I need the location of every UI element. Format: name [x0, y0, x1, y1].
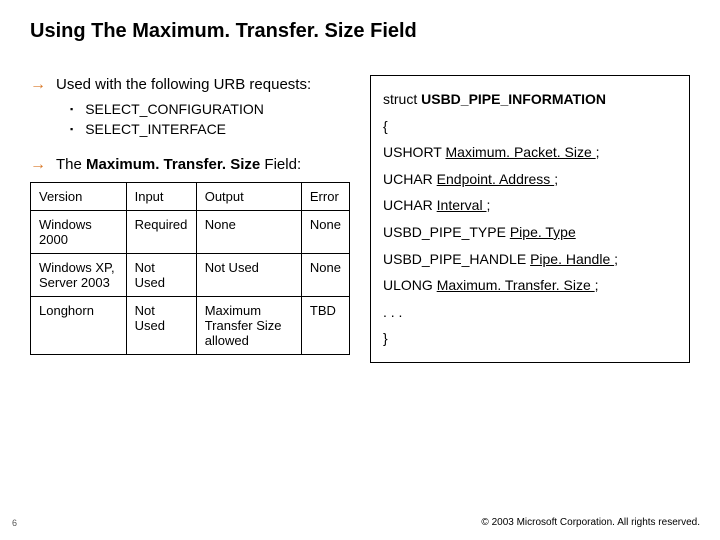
code-text: ULONG — [383, 277, 437, 293]
table-header-row: Version Input Output Error — [31, 183, 350, 211]
content-columns: → Used with the following URB requests: … — [30, 75, 690, 363]
text-fragment-bold: Maximum. Transfer. Size — [86, 156, 260, 173]
code-text: ; — [614, 251, 618, 267]
arrow-icon: → — [30, 155, 46, 175]
table-cell: TBD — [301, 297, 349, 355]
code-line: struct USBD_PIPE_INFORMATION — [383, 86, 677, 113]
table-cell: Not Used — [126, 297, 196, 355]
table-cell: Not Used — [126, 254, 196, 297]
code-text-underline: Maximum. Transfer. Size — [437, 277, 595, 293]
sub-bullet-text: SELECT_INTERFACE — [85, 121, 226, 137]
sub-bullet-select-configuration: ▪ SELECT_CONFIGURATION — [70, 101, 350, 117]
slide-number: 6 — [12, 518, 17, 528]
table-cell: None — [301, 211, 349, 254]
code-text-underline: Pipe. Handle — [530, 251, 614, 267]
code-text-underline: Pipe. Type — [510, 224, 576, 240]
code-text: UCHAR — [383, 171, 437, 187]
code-text: ; — [554, 171, 558, 187]
table-row: Windows 2000 Required None None — [31, 211, 350, 254]
code-text: ; — [595, 277, 599, 293]
table-cell: None — [301, 254, 349, 297]
code-line: { — [383, 113, 677, 140]
text-fragment: The — [56, 156, 86, 173]
code-text-underline: Endpoint. Address — [437, 171, 555, 187]
code-text-underline: Maximum. Packet. Size — [446, 144, 596, 160]
code-line: USBD_PIPE_HANDLE Pipe. Handle ; — [383, 246, 677, 273]
table-cell: Windows 2000 — [31, 211, 127, 254]
bullet-text: The Maximum. Transfer. Size Field: — [56, 155, 301, 175]
left-column: → Used with the following URB requests: … — [30, 75, 350, 363]
arrow-icon: → — [30, 75, 46, 95]
text-fragment: Field: — [260, 156, 301, 173]
code-line: } — [383, 325, 677, 352]
code-text: struct — [383, 91, 421, 107]
square-icon: ▪ — [70, 101, 73, 117]
right-column: struct USBD_PIPE_INFORMATION { USHORT Ma… — [370, 75, 690, 363]
code-text-bold: USBD_PIPE_INFORMATION — [421, 91, 606, 107]
table-header: Version — [31, 183, 127, 211]
code-text: USBD_PIPE_HANDLE — [383, 251, 530, 267]
sub-bullet-list: ▪ SELECT_CONFIGURATION ▪ SELECT_INTERFAC… — [70, 101, 350, 137]
square-icon: ▪ — [70, 121, 73, 137]
code-line: UCHAR Interval ; — [383, 192, 677, 219]
code-text: USHORT — [383, 144, 446, 160]
code-text: USBD_PIPE_TYPE — [383, 224, 510, 240]
code-line: UCHAR Endpoint. Address ; — [383, 166, 677, 193]
table-row: Longhorn Not Used Maximum Transfer Size … — [31, 297, 350, 355]
table-header: Input — [126, 183, 196, 211]
code-text: UCHAR — [383, 197, 437, 213]
code-text: ; — [486, 197, 490, 213]
table-cell: Windows XP, Server 2003 — [31, 254, 127, 297]
copyright: © 2003 Microsoft Corporation. All rights… — [481, 517, 700, 528]
table-cell: Required — [126, 211, 196, 254]
slide-title: Using The Maximum. Transfer. Size Field — [30, 20, 690, 43]
table-cell: Maximum Transfer Size allowed — [196, 297, 301, 355]
code-line: USHORT Maximum. Packet. Size ; — [383, 139, 677, 166]
sub-bullet-select-interface: ▪ SELECT_INTERFACE — [70, 121, 350, 137]
code-text-underline: Interval — [437, 197, 487, 213]
table-header: Output — [196, 183, 301, 211]
bullet-field-table: → The Maximum. Transfer. Size Field: — [30, 155, 350, 175]
table-cell: None — [196, 211, 301, 254]
code-line: . . . — [383, 299, 677, 326]
bullet-text: Used with the following URB requests: — [56, 75, 311, 95]
code-text: ; — [596, 144, 600, 160]
sub-bullet-text: SELECT_CONFIGURATION — [85, 101, 264, 117]
code-line: USBD_PIPE_TYPE Pipe. Type — [383, 219, 677, 246]
table-cell: Not Used — [196, 254, 301, 297]
table-cell: Longhorn — [31, 297, 127, 355]
code-line: ULONG Maximum. Transfer. Size ; — [383, 272, 677, 299]
table-header: Error — [301, 183, 349, 211]
struct-definition: struct USBD_PIPE_INFORMATION { USHORT Ma… — [370, 75, 690, 363]
table-row: Windows XP, Server 2003 Not Used Not Use… — [31, 254, 350, 297]
slide: Using The Maximum. Transfer. Size Field … — [0, 0, 720, 540]
version-table: Version Input Output Error Windows 2000 … — [30, 182, 350, 355]
bullet-urb-requests: → Used with the following URB requests: — [30, 75, 350, 95]
